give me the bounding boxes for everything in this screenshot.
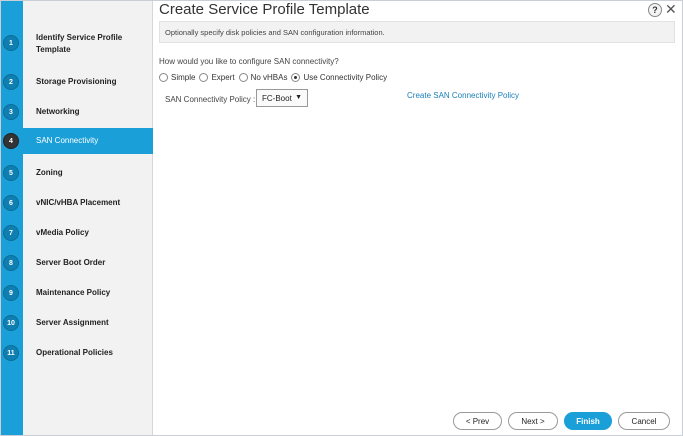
step-identify-service-profile-template[interactable]: 1 Identify Service Profile Template bbox=[0, 26, 153, 62]
radio-expert[interactable]: Expert bbox=[199, 72, 235, 82]
step-server-boot-order[interactable]: 8 Server Boot Order bbox=[0, 248, 153, 278]
step-networking[interactable]: 3 Networking bbox=[0, 97, 153, 127]
cancel-button[interactable]: Cancel bbox=[618, 412, 670, 430]
next-button[interactable]: Next > bbox=[508, 412, 558, 430]
step-label: Identify Service Profile Template bbox=[36, 33, 123, 54]
san-policy-select[interactable]: FC-Boot ▼ bbox=[256, 89, 308, 107]
step-number: 2 bbox=[3, 74, 19, 90]
step-number: 4 bbox=[3, 133, 19, 149]
step-number: 7 bbox=[3, 225, 19, 241]
radio-simple[interactable]: Simple bbox=[159, 72, 196, 82]
chevron-down-icon: ▼ bbox=[295, 94, 302, 101]
info-text: Optionally specify disk policies and SAN… bbox=[165, 28, 385, 37]
step-number: 10 bbox=[3, 315, 19, 331]
page-title: Create Service Profile Template bbox=[159, 1, 370, 18]
radio-button[interactable] bbox=[159, 72, 168, 82]
radio-button-selected[interactable] bbox=[291, 72, 301, 82]
step-label: vMedia Policy bbox=[36, 228, 89, 237]
help-icon[interactable]: ? bbox=[648, 3, 662, 17]
step-number: 9 bbox=[3, 285, 19, 301]
step-vnic-vhba-placement[interactable]: 6 vNIC/vHBA Placement bbox=[0, 188, 153, 218]
radio-button[interactable] bbox=[238, 72, 248, 82]
step-number: 5 bbox=[3, 165, 19, 181]
radio-label: No vHBAs bbox=[250, 72, 288, 82]
finish-button[interactable]: Finish bbox=[564, 412, 612, 430]
step-operational-policies[interactable]: 11 Operational Policies bbox=[0, 338, 153, 368]
san-policy-label: SAN Connectivity Policy : bbox=[165, 95, 256, 104]
step-label: Operational Policies bbox=[36, 348, 113, 357]
create-san-policy-link[interactable]: Create SAN Connectivity Policy bbox=[407, 91, 519, 100]
san-config-radio-group: Simple Expert No vHBAs Use Connectivity … bbox=[159, 71, 391, 83]
step-label: Maintenance Policy bbox=[36, 288, 111, 297]
step-number: 6 bbox=[3, 195, 19, 211]
radio-label: Use Connectivity Policy bbox=[303, 72, 388, 82]
radio-no-vhbas[interactable]: No vHBAs bbox=[238, 72, 288, 82]
step-number: 11 bbox=[3, 345, 19, 361]
step-maintenance-policy[interactable]: 9 Maintenance Policy bbox=[0, 278, 153, 308]
radio-use-connectivity-policy[interactable]: Use Connectivity Policy bbox=[291, 72, 388, 82]
step-zoning[interactable]: 5 Zoning bbox=[0, 158, 153, 188]
step-number: 8 bbox=[3, 255, 19, 271]
step-label: Server Boot Order bbox=[36, 258, 106, 267]
step-san-connectivity[interactable]: 4 SAN Connectivity bbox=[0, 128, 153, 154]
step-storage-provisioning[interactable]: 2 Storage Provisioning bbox=[0, 67, 153, 97]
info-banner: Optionally specify disk policies and SAN… bbox=[159, 21, 675, 43]
step-number: 1 bbox=[3, 35, 19, 51]
step-server-assignment[interactable]: 10 Server Assignment bbox=[0, 308, 153, 338]
step-label: Networking bbox=[36, 107, 80, 116]
radio-label: Simple bbox=[171, 72, 196, 82]
step-label: vNIC/vHBA Placement bbox=[36, 198, 121, 207]
select-value: FC-Boot bbox=[262, 93, 292, 103]
step-label: Zoning bbox=[36, 168, 63, 177]
step-label: Storage Provisioning bbox=[36, 77, 117, 86]
step-number: 3 bbox=[3, 104, 19, 120]
step-vmedia-policy[interactable]: 7 vMedia Policy bbox=[0, 218, 153, 248]
san-question: How would you like to configure SAN conn… bbox=[159, 57, 339, 66]
radio-button[interactable] bbox=[199, 72, 209, 82]
prev-button[interactable]: < Prev bbox=[453, 412, 502, 430]
step-label: Server Assignment bbox=[36, 318, 109, 327]
step-label: SAN Connectivity bbox=[36, 136, 99, 145]
radio-label: Expert bbox=[211, 72, 235, 82]
close-icon[interactable]: ✕ bbox=[665, 1, 677, 18]
